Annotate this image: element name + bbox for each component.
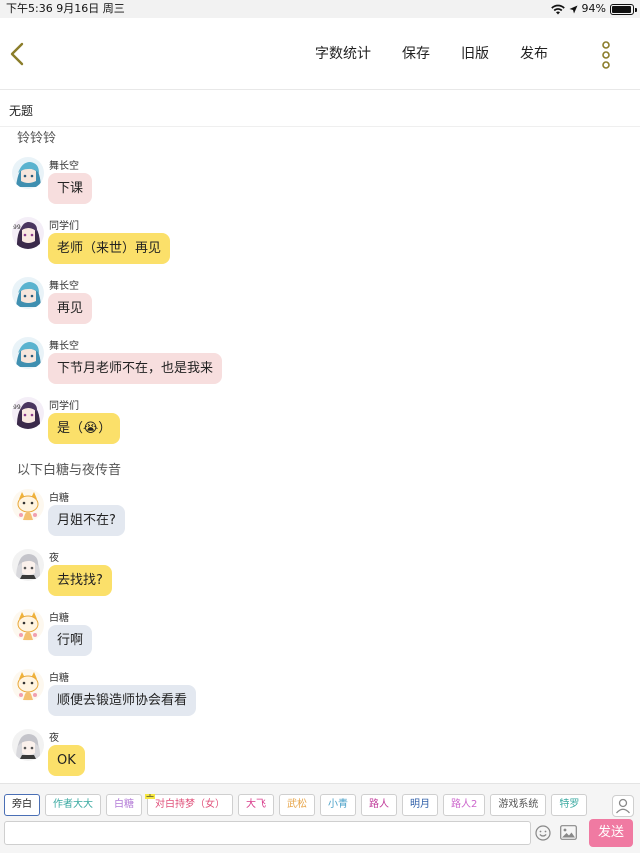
more-options-button[interactable] xyxy=(599,41,613,69)
character-tab-label: 明月 xyxy=(410,799,430,810)
message-item[interactable]: 舞长空 下节月老师不在，也是我来 xyxy=(12,337,612,397)
sender-name: 同学们 xyxy=(49,401,79,412)
character-tab[interactable]: 旁白 xyxy=(4,794,40,816)
message-bubble[interactable]: 下节月老师不在，也是我来 xyxy=(48,353,223,384)
blue-hair-avatar[interactable] xyxy=(12,277,44,309)
top-actions: 字数统计 保存 旧版 发布 xyxy=(315,43,548,63)
character-tab[interactable]: 特罗 xyxy=(551,794,588,816)
white-hair-avatar[interactable] xyxy=(12,549,44,581)
back-button[interactable] xyxy=(6,40,28,68)
character-tab[interactable]: 武松 xyxy=(279,794,315,816)
battery-icon xyxy=(610,3,637,15)
sender-name: 夜 xyxy=(49,733,59,744)
character-tab-label: 小青 xyxy=(328,799,348,810)
document-title[interactable]: 无题 xyxy=(9,102,33,119)
message-item[interactable]: 同学们 老师（来世）再见 xyxy=(12,217,612,277)
blue-hair-avatar[interactable] xyxy=(12,337,44,369)
character-tab-label: 特罗 xyxy=(559,799,580,810)
message-item[interactable]: 夜 OK xyxy=(12,729,612,783)
character-tab[interactable]: 主对白持梦（女） xyxy=(145,794,233,816)
sender-name: 夜 xyxy=(49,553,59,564)
emoji-icon xyxy=(535,825,551,841)
narration-text: 以下白糖与夜传音 xyxy=(17,463,122,478)
character-tab-label: 作者大大 xyxy=(53,799,93,810)
character-tab[interactable]: 小青 xyxy=(320,794,356,816)
message-item[interactable]: 舞长空 再见 xyxy=(12,277,612,337)
emoji-button[interactable] xyxy=(535,825,551,841)
word-count-button[interactable]: 字数统计 xyxy=(315,43,371,63)
sender-name: 白糖 xyxy=(49,673,69,684)
chevron-left-icon xyxy=(10,42,24,66)
sender-name: 舞长空 xyxy=(49,341,79,352)
character-tab-label: 游戏系统 xyxy=(498,799,539,810)
top-nav-bar: 字数统计 保存 旧版 发布 xyxy=(0,18,640,90)
cat-avatar[interactable] xyxy=(12,669,44,701)
message-bubble[interactable]: 去找找? xyxy=(48,565,112,596)
character-tab-label: 旁白 xyxy=(12,799,32,810)
character-tab[interactable]: 路人2 xyxy=(443,794,486,816)
message-item[interactable]: 白糖 月姐不在? xyxy=(12,489,612,549)
character-tab-label: 武松 xyxy=(287,799,307,810)
cat-avatar[interactable] xyxy=(12,609,44,641)
message-item[interactable]: 白糖 行啊 xyxy=(12,609,612,669)
sender-name: 白糖 xyxy=(49,613,69,624)
status-time-date: 下午5:36 9月16日 周三 xyxy=(6,2,125,15)
sender-name: 舞长空 xyxy=(49,281,79,292)
message-bubble[interactable]: 顺便去锻造师协会看看 xyxy=(48,685,197,716)
character-tab-label: 白糖 xyxy=(114,799,134,810)
message-bubble[interactable]: 月姐不在? xyxy=(48,505,125,536)
status-indicators: 94% xyxy=(550,0,637,18)
character-tab[interactable]: 白糖 xyxy=(106,794,142,816)
character-tab[interactable]: 游戏系统 xyxy=(490,794,547,816)
character-tab[interactable]: 大飞 xyxy=(238,794,274,816)
character-tabs: 旁白 作者大大 白糖 主对白持梦（女） 大飞 武松 小青 路人 明月 路人2 游… xyxy=(4,794,604,816)
character-tab[interactable]: 路人 xyxy=(361,794,397,816)
character-manager-button[interactable] xyxy=(612,795,634,817)
chat-transcript[interactable]: 铃铃铃 舞长空 下课 同学们 老师（来世）再见 舞长空 再见 舞长空 下节月老师… xyxy=(0,127,640,783)
purple-hair-avatar[interactable] xyxy=(12,217,44,249)
sender-name: 同学们 xyxy=(49,221,79,232)
message-bubble[interactable]: 行啊 xyxy=(48,625,93,656)
white-hair-avatar[interactable] xyxy=(12,729,44,761)
host-badge: 主 xyxy=(145,794,155,799)
person-icon xyxy=(616,798,630,814)
blue-hair-avatar[interactable] xyxy=(12,157,44,189)
character-tab-label: 路人2 xyxy=(451,799,478,810)
cat-avatar[interactable] xyxy=(12,489,44,521)
composer-toolbar: 旁白 作者大大 白糖 主对白持梦（女） 大飞 武松 小青 路人 明月 路人2 游… xyxy=(0,783,640,853)
message-bubble[interactable]: 是（😭） xyxy=(48,413,121,444)
character-tab-label: 路人 xyxy=(369,799,389,810)
message-bubble[interactable]: 再见 xyxy=(48,293,93,324)
battery-level xyxy=(612,5,631,13)
more-vertical-icon xyxy=(602,41,610,69)
narration-text: 铃铃铃 xyxy=(17,131,57,146)
wifi-icon xyxy=(550,4,565,14)
character-tab-label: 大飞 xyxy=(246,799,266,810)
message-input[interactable] xyxy=(4,821,531,845)
message-bubble[interactable]: 老师（来世）再见 xyxy=(48,233,171,264)
status-bar: 下午5:36 9月16日 周三 94% xyxy=(0,0,640,18)
message-item[interactable]: 同学们 是（😭） xyxy=(12,397,612,457)
location-icon xyxy=(569,5,578,13)
message-item[interactable]: 白糖 顺便去锻造师协会看看 xyxy=(12,669,612,729)
purple-hair-avatar[interactable] xyxy=(12,397,44,429)
image-icon xyxy=(560,825,577,840)
character-tab[interactable]: 作者大大 xyxy=(45,794,101,816)
old-version-button[interactable]: 旧版 xyxy=(461,43,489,63)
character-tab[interactable]: 明月 xyxy=(402,794,438,816)
publish-button[interactable]: 发布 xyxy=(520,43,548,63)
sender-name: 舞长空 xyxy=(49,161,79,172)
message-bubble[interactable]: 下课 xyxy=(48,173,93,204)
character-tab-label: 对白持梦（女） xyxy=(155,799,225,810)
message-item[interactable]: 夜 去找找? xyxy=(12,549,612,609)
send-button[interactable]: 发送 xyxy=(589,819,633,847)
message-item[interactable]: 舞长空 下课 xyxy=(12,157,612,217)
message-bubble[interactable]: OK xyxy=(48,745,85,776)
save-button[interactable]: 保存 xyxy=(402,43,430,63)
battery-percent: 94% xyxy=(581,2,606,15)
image-button[interactable] xyxy=(560,825,577,840)
sender-name: 白糖 xyxy=(49,493,69,504)
